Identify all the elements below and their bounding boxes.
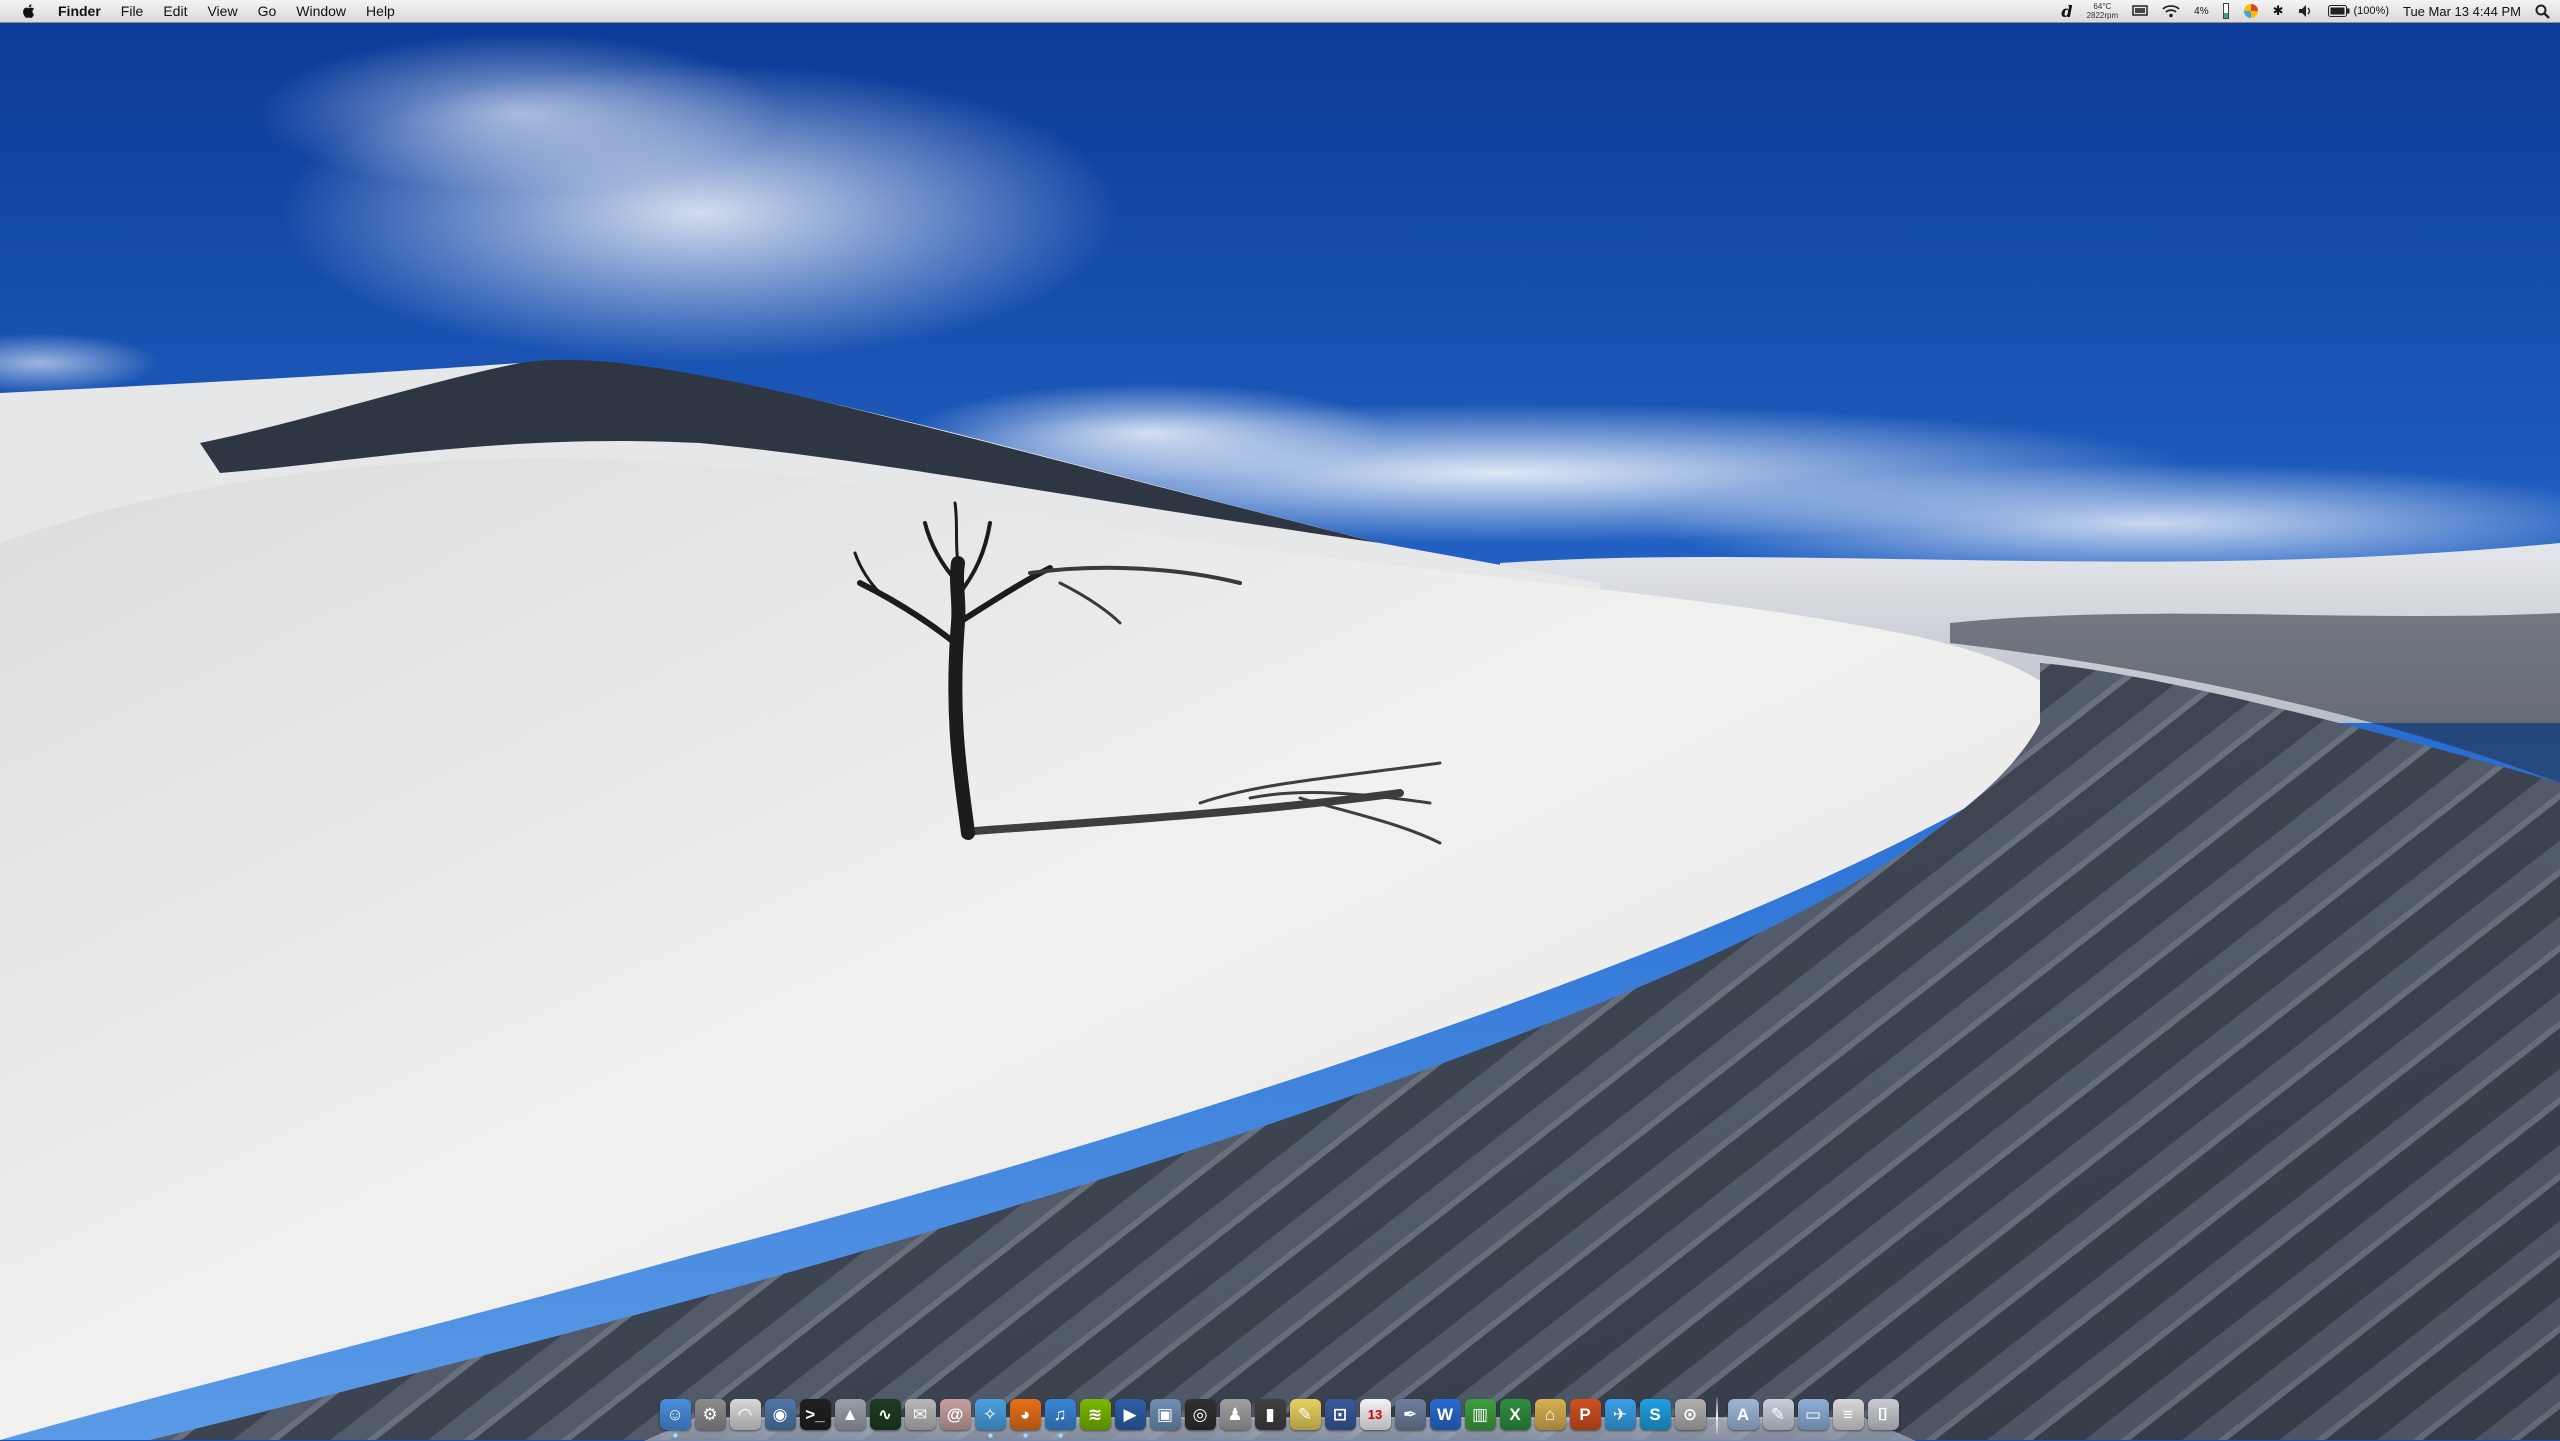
dock-item-virtualbox[interactable]: ⊡	[1324, 1399, 1356, 1430]
ipod-icon: ▮	[1265, 1404, 1275, 1424]
cpu-usage[interactable]: 4%	[2194, 0, 2208, 22]
dock-item-ical[interactable]: 13	[1359, 1399, 1391, 1430]
terminal-icon: >_	[805, 1404, 825, 1424]
menu-bar: Finder File Edit View Go Window Help d 6…	[0, 0, 2560, 23]
dashboard-icon[interactable]: d	[2061, 0, 2072, 22]
dock-item-excel[interactable]: X	[1499, 1399, 1531, 1430]
dock-item-skype[interactable]: S	[1639, 1399, 1671, 1430]
menu-go[interactable]: Go	[248, 0, 287, 22]
dock-item-dvd-player[interactable]: ◎	[1184, 1399, 1216, 1430]
dock-item-address-book[interactable]: @	[939, 1399, 971, 1430]
documents-icon: ✎	[1770, 1404, 1786, 1424]
apple-icon[interactable]	[18, 0, 40, 22]
activity-monitor-icon: ∿	[877, 1404, 893, 1424]
disk-icon: ◉	[772, 1404, 788, 1424]
dvd-icon: ◎	[1192, 1404, 1208, 1424]
wifi-icon[interactable]	[2162, 0, 2180, 22]
dock-item-app-store[interactable]: ▲	[834, 1399, 866, 1430]
dock-item-activity-monitor[interactable]: ∿	[869, 1399, 901, 1430]
finder-icon: ☺	[666, 1404, 684, 1424]
memory-icon[interactable]	[2222, 0, 2229, 22]
dock-item-itunes[interactable]: ♫	[1044, 1399, 1076, 1438]
dock-item-keynote[interactable]: ⌂	[1534, 1399, 1566, 1430]
temperature-monitor[interactable]: 64°C 2822rpm	[2087, 0, 2119, 22]
battery-percent: (100%)	[2353, 5, 2389, 17]
dock-item-documents-folder[interactable]: ✎	[1762, 1399, 1794, 1430]
dock-item-stickies[interactable]: ✎	[1289, 1399, 1321, 1430]
trash-icon: ⌷	[1877, 1404, 1889, 1424]
automator-icon: ♟	[1227, 1404, 1243, 1424]
pen-icon: ✒	[1402, 1404, 1418, 1424]
desktop-wallpaper	[0, 23, 2560, 1440]
dock-item-system-preferences[interactable]: ⚙	[694, 1399, 726, 1430]
applications-folder-icon: A	[1736, 1404, 1750, 1424]
folder-icon: ▭	[1804, 1404, 1822, 1424]
note-icon: ✎	[1297, 1404, 1313, 1424]
stack-icon: ≡	[1843, 1404, 1853, 1424]
menu-window[interactable]: Window	[286, 0, 356, 22]
virtual-machine-icon: ⊡	[1332, 1404, 1348, 1424]
battery-status[interactable]: (100%)	[2327, 0, 2389, 22]
menu-help[interactable]: Help	[356, 0, 405, 22]
excel-icon: X	[1509, 1404, 1521, 1424]
compass-icon: ✧	[982, 1404, 998, 1424]
fan-speed-reading: 2822rpm	[2086, 11, 2119, 20]
dock-item-terminal[interactable]: >_	[799, 1399, 831, 1430]
dock-item-iphoto[interactable]: ▣	[1149, 1399, 1181, 1430]
dock-item-numbers[interactable]: ▥	[1464, 1399, 1496, 1430]
gear-icon: ⚙	[702, 1404, 718, 1424]
calendar-icon: 13	[1367, 1407, 1383, 1422]
dock-item-trash[interactable]: ⌷	[1867, 1399, 1899, 1430]
word-icon: W	[1436, 1404, 1454, 1424]
mail-icon: ✉	[912, 1404, 928, 1424]
dock-item-airport-utility[interactable]: ◠	[729, 1399, 761, 1430]
dock-item-firefox[interactable]: ◕	[1009, 1399, 1041, 1438]
dock-item-applications-folder[interactable]: A	[1727, 1399, 1759, 1430]
dock-item-word[interactable]: W	[1429, 1399, 1461, 1430]
dock-item-disk-utility[interactable]: ◉	[764, 1399, 796, 1430]
address-book-icon: @	[946, 1404, 964, 1424]
dock-item-finder[interactable]: ☺	[659, 1399, 691, 1438]
display-icon[interactable]	[2132, 0, 2148, 22]
volume-icon[interactable]	[2298, 0, 2314, 22]
wifi-icon: ◠	[738, 1404, 752, 1424]
dock-item-utility[interactable]: ⊙	[1674, 1399, 1706, 1430]
menu-view[interactable]: View	[197, 0, 247, 22]
temperature-reading: 64°C	[2093, 2, 2112, 11]
dock-item-stack[interactable]: ≡	[1832, 1399, 1864, 1430]
bird-icon: ✈	[1612, 1404, 1628, 1424]
dock-item-mail-stamp[interactable]: ✉	[904, 1399, 936, 1430]
dock-item-xcode-instruments[interactable]: ✒	[1394, 1399, 1426, 1430]
app-store-icon: ▲	[841, 1404, 859, 1424]
skype-icon: S	[1649, 1404, 1661, 1424]
music-note-icon: ♫	[1053, 1404, 1067, 1424]
colorful-circle-icon[interactable]	[2243, 0, 2259, 22]
play-icon: ▶	[1123, 1404, 1137, 1424]
dock-item-powerpoint[interactable]: P	[1569, 1399, 1601, 1430]
photo-icon: ▣	[1156, 1404, 1174, 1424]
menu-clock[interactable]: Tue Mar 13 4:44 PM	[2403, 0, 2521, 22]
menu-file[interactable]: File	[111, 0, 154, 22]
menu-edit[interactable]: Edit	[153, 0, 197, 22]
dock-item-twitter[interactable]: ✈	[1604, 1399, 1636, 1430]
chart-icon: ▥	[1471, 1404, 1489, 1424]
dock: ☺ ⚙ ◠ ◉ >_ ▲ ∿ ✉ @ ✧ ◕ ♫ ≋ ▶ ▣ ◎ ♟ ▮ ✎ ⊡ 13 ✒ W ▥ X ⌂ P ✈ S ⊙ A ✎ ▭ ≡ ⌷	[640, 1382, 1918, 1440]
powerpoint-icon: P	[1579, 1404, 1591, 1424]
dock-item-downloads-folder[interactable]: ▭	[1797, 1399, 1829, 1430]
dock-item-automator[interactable]: ♟	[1219, 1399, 1251, 1430]
keynote-icon: ⌂	[1544, 1404, 1556, 1424]
bluetooth-icon[interactable]: ✱	[2273, 0, 2284, 22]
dock-separator	[1715, 1398, 1718, 1434]
menu-app-finder[interactable]: Finder	[54, 0, 111, 22]
spotlight-search-icon[interactable]	[2535, 0, 2550, 22]
pin-icon: ⊙	[1682, 1404, 1698, 1424]
battery-icon	[2327, 5, 2350, 17]
dock-item-quicktime[interactable]: ▶	[1114, 1399, 1146, 1430]
spotify-icon: ≋	[1087, 1404, 1103, 1424]
firefox-icon: ◕	[1019, 1404, 1031, 1424]
dock-item-ipod[interactable]: ▮	[1254, 1399, 1286, 1430]
dock-item-safari[interactable]: ✧	[974, 1399, 1006, 1438]
dock-item-spotify[interactable]: ≋	[1079, 1399, 1111, 1430]
